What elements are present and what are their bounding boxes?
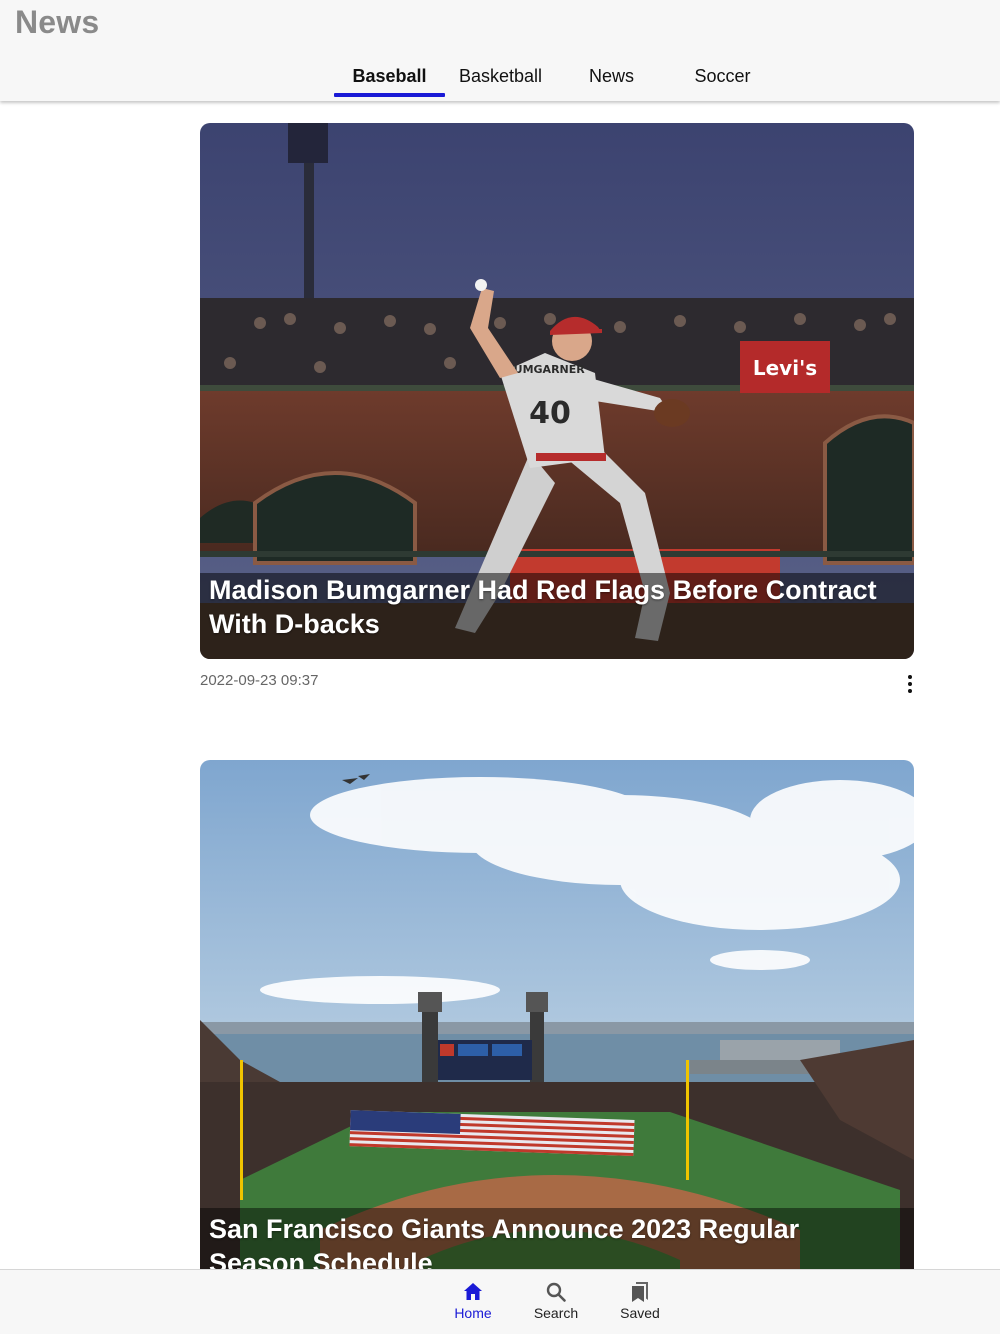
nav-home[interactable]: Home	[438, 1280, 508, 1321]
levis-banner-text: Levi's	[753, 356, 817, 380]
nav-saved-label: Saved	[620, 1305, 660, 1321]
nav-home-label: Home	[454, 1305, 492, 1321]
category-tabs: Baseball Basketball News Soccer	[334, 56, 778, 101]
article-card[interactable]: Levi's 40 BUMGARNER Madison Bumgarner Ha…	[200, 123, 914, 699]
nav-saved[interactable]: Saved	[605, 1280, 675, 1321]
bookmark-icon	[632, 1282, 648, 1302]
ballpark-photo	[200, 760, 914, 1269]
article-card[interactable]: San Francisco Giants Announce 2023 Regul…	[200, 760, 914, 1269]
nav-search-label: Search	[533, 1305, 579, 1321]
jersey-name: BUMGARNER	[505, 363, 585, 376]
article-image[interactable]: Levi's 40 BUMGARNER Madison Bumgarner Ha…	[200, 123, 914, 659]
search-icon	[546, 1282, 566, 1302]
bottom-navigation: Home Search Saved	[0, 1269, 1000, 1334]
tab-soccer[interactable]: Soccer	[667, 56, 778, 101]
app-title: News	[15, 4, 100, 40]
nav-search[interactable]: Search	[521, 1280, 591, 1321]
article-meta: 2022-09-23 09:37	[200, 659, 914, 699]
app-root: News Baseball Basketball News Soccer Lev…	[0, 0, 1000, 1334]
article-timestamp: 2022-09-23 09:37	[200, 672, 319, 689]
home-icon	[464, 1283, 482, 1300]
article-headline[interactable]: San Francisco Giants Announce 2023 Regul…	[209, 1212, 900, 1269]
tab-news[interactable]: News	[556, 56, 667, 101]
tab-basketball[interactable]: Basketball	[445, 56, 556, 101]
tab-baseball[interactable]: Baseball	[334, 56, 445, 101]
article-image[interactable]: San Francisco Giants Announce 2023 Regul…	[200, 760, 914, 1269]
more-options-icon[interactable]	[906, 675, 914, 693]
app-header: News Baseball Basketball News Soccer	[0, 0, 1000, 101]
jersey-number: 40	[529, 396, 571, 431]
article-headline[interactable]: Madison Bumgarner Had Red Flags Before C…	[209, 573, 900, 641]
article-feed[interactable]: Levi's 40 BUMGARNER Madison Bumgarner Ha…	[0, 101, 1000, 1269]
